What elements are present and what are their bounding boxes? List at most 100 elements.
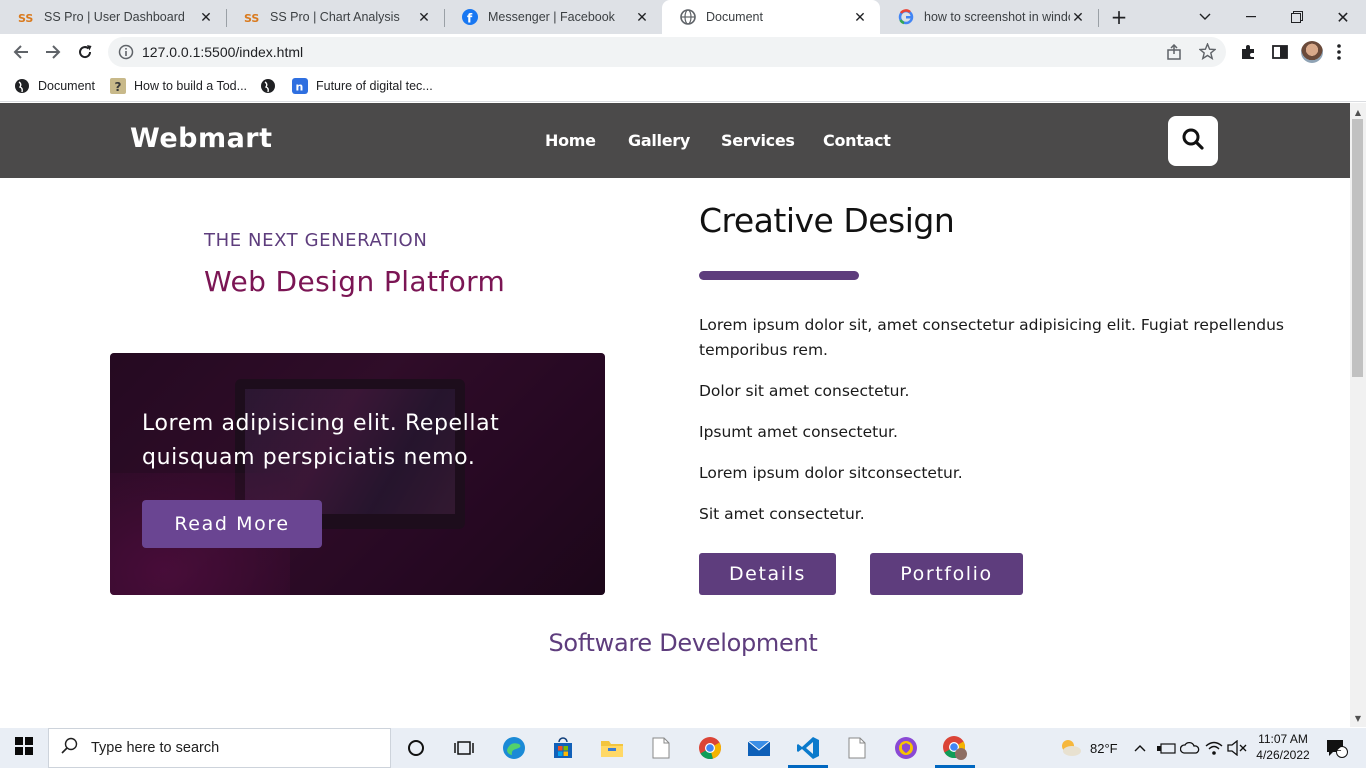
windows-logo-icon	[15, 737, 33, 759]
weather-temperature: 82°F	[1090, 740, 1118, 756]
bookmark-label: Future of digital tec...	[316, 79, 433, 93]
close-icon[interactable]: ✕	[416, 9, 432, 25]
wifi-icon[interactable]	[1205, 728, 1223, 768]
section-title: Software Development	[548, 629, 818, 657]
close-window-button[interactable]: ✕	[1320, 0, 1366, 34]
scroll-up-icon[interactable]: ▲	[1350, 105, 1366, 119]
menu-kebab-icon[interactable]	[1336, 43, 1342, 65]
tab-label: SS Pro | User Dashboard	[44, 10, 185, 24]
read-more-button[interactable]: Read More	[142, 500, 322, 548]
clock-time: 11:07 AM	[1258, 732, 1308, 746]
bookmark-future-digital[interactable]: n Future of digital tec...	[292, 76, 433, 96]
extensions-icon[interactable]	[1240, 44, 1256, 64]
info-icon[interactable]	[118, 44, 134, 64]
bookmark-globe[interactable]	[260, 76, 284, 96]
hero-title: Web Design Platform	[204, 265, 506, 298]
hero-card-text: Lorem adipisicing elit. Repellat quisqua…	[142, 411, 500, 470]
paragraph: Lorem ipsum dolor sit, amet consectetur …	[699, 316, 1285, 359]
chrome-profile-icon[interactable]	[931, 728, 979, 768]
svg-text:SS: SS	[244, 12, 259, 25]
ss-logo-icon: SS	[244, 9, 260, 25]
edge-icon[interactable]	[490, 728, 538, 768]
share-icon[interactable]	[1166, 43, 1182, 64]
close-icon[interactable]: ✕	[198, 9, 214, 25]
bookmark-label: How to build a Tod...	[134, 79, 248, 93]
page-scrollbar[interactable]: ▲ ▼	[1350, 103, 1366, 727]
close-icon[interactable]: ✕	[852, 9, 868, 25]
creative-design-title: Creative Design	[699, 201, 955, 240]
bookmark-document[interactable]: Document	[14, 76, 95, 96]
restore-button[interactable]	[1274, 0, 1320, 34]
tab-ss-pro-user-dashboard[interactable]: SS SS Pro | User Dashboard ✕	[0, 0, 226, 34]
nav-gallery[interactable]: Gallery	[628, 131, 690, 150]
bookmarks-bar: Document ? How to build a Tod... n Futur…	[0, 70, 1366, 102]
tab-messenger-facebook[interactable]: f Messenger | Facebook ✕	[444, 0, 662, 34]
notepad-icon[interactable]	[833, 728, 881, 768]
notification-center-button[interactable]: 2	[1324, 728, 1350, 768]
paragraph: Lorem ipsum dolor sitconsectetur.	[699, 464, 963, 482]
start-button[interactable]	[0, 728, 48, 768]
paragraph: Sit amet consectetur.	[699, 505, 865, 523]
portfolio-button[interactable]: Portfolio	[870, 553, 1023, 595]
ss-logo-icon: SS	[18, 9, 34, 25]
back-button[interactable]	[8, 39, 34, 65]
file-explorer-icon[interactable]	[588, 728, 636, 768]
system-clock[interactable]: 11:07 AM 4/26/2022	[1252, 731, 1314, 763]
tab-label: how to screenshot in windo	[924, 10, 1070, 24]
search-icon	[61, 737, 79, 759]
tab-label: SS Pro | Chart Analysis	[270, 10, 400, 24]
svg-text:?: ?	[115, 80, 122, 94]
search-button[interactable]	[1168, 116, 1218, 166]
chrome-icon[interactable]	[686, 728, 734, 768]
side-panel-icon[interactable]	[1272, 44, 1288, 64]
hero-card: Lorem adipisicing elit. Repellat quisqua…	[110, 353, 605, 595]
reload-button[interactable]	[72, 39, 98, 65]
close-icon[interactable]: ✕	[1070, 9, 1086, 25]
scrollbar-thumb[interactable]	[1352, 119, 1363, 377]
facebook-icon: f	[462, 9, 478, 25]
task-view-icon[interactable]	[440, 728, 488, 768]
site-logo[interactable]: Webmart	[130, 123, 273, 154]
nav-home[interactable]: Home	[545, 131, 596, 150]
brave-vpn-icon[interactable]	[882, 728, 930, 768]
search-icon	[1182, 128, 1204, 154]
paragraph: Dolor sit amet consectetur.	[699, 382, 910, 400]
tab-ss-pro-chart-analysis[interactable]: SS SS Pro | Chart Analysis ✕	[226, 0, 444, 34]
microsoft-store-icon[interactable]	[539, 728, 587, 768]
nav-contact[interactable]: Contact	[823, 131, 891, 150]
bookmark-star-icon[interactable]	[1198, 42, 1217, 64]
clock-date: 4/26/2022	[1256, 748, 1310, 762]
battery-icon[interactable]	[1156, 728, 1176, 768]
tab-search-button[interactable]	[1182, 0, 1228, 34]
paragraph: Ipsumt amet consectetur.	[699, 423, 898, 441]
close-icon[interactable]: ✕	[634, 9, 650, 25]
vscode-icon[interactable]	[784, 728, 832, 768]
browser-toolbar: 127.0.0.1:5500/index.html	[0, 34, 1366, 70]
document-app-icon[interactable]	[637, 728, 685, 768]
new-tab-button[interactable]: +	[1096, 0, 1142, 34]
svg-text:n: n	[296, 81, 304, 94]
web-page: Webmart Home Gallery Services Contact TH…	[0, 103, 1350, 727]
taskbar-search-box[interactable]: Type here to search	[48, 728, 391, 768]
scroll-down-icon[interactable]: ▼	[1350, 711, 1366, 725]
nav-services[interactable]: Services	[721, 131, 795, 150]
tab-google-search[interactable]: how to screenshot in windo ✕	[880, 0, 1098, 34]
google-icon	[898, 9, 914, 25]
tab-label: Messenger | Facebook	[488, 10, 615, 24]
mail-icon[interactable]	[735, 728, 783, 768]
tab-document[interactable]: Document ✕	[662, 0, 880, 34]
accent-bar	[699, 271, 859, 280]
weather-widget[interactable]: 82°F	[1058, 728, 1118, 768]
hero-eyebrow: THE NEXT GENERATION	[204, 230, 428, 251]
minimize-button[interactable]	[1228, 0, 1274, 34]
forward-button[interactable]	[40, 39, 66, 65]
address-bar[interactable]: 127.0.0.1:5500/index.html	[108, 37, 1226, 67]
show-hidden-icons-button[interactable]	[1134, 728, 1146, 768]
onedrive-icon[interactable]	[1180, 728, 1200, 768]
bookmark-label: Document	[38, 79, 95, 93]
profile-avatar[interactable]	[1301, 41, 1323, 63]
bookmark-todo[interactable]: ? How to build a Tod...	[110, 76, 247, 96]
details-button[interactable]: Details	[699, 553, 836, 595]
volume-muted-icon[interactable]	[1227, 728, 1247, 768]
cortana-icon[interactable]	[392, 728, 440, 768]
